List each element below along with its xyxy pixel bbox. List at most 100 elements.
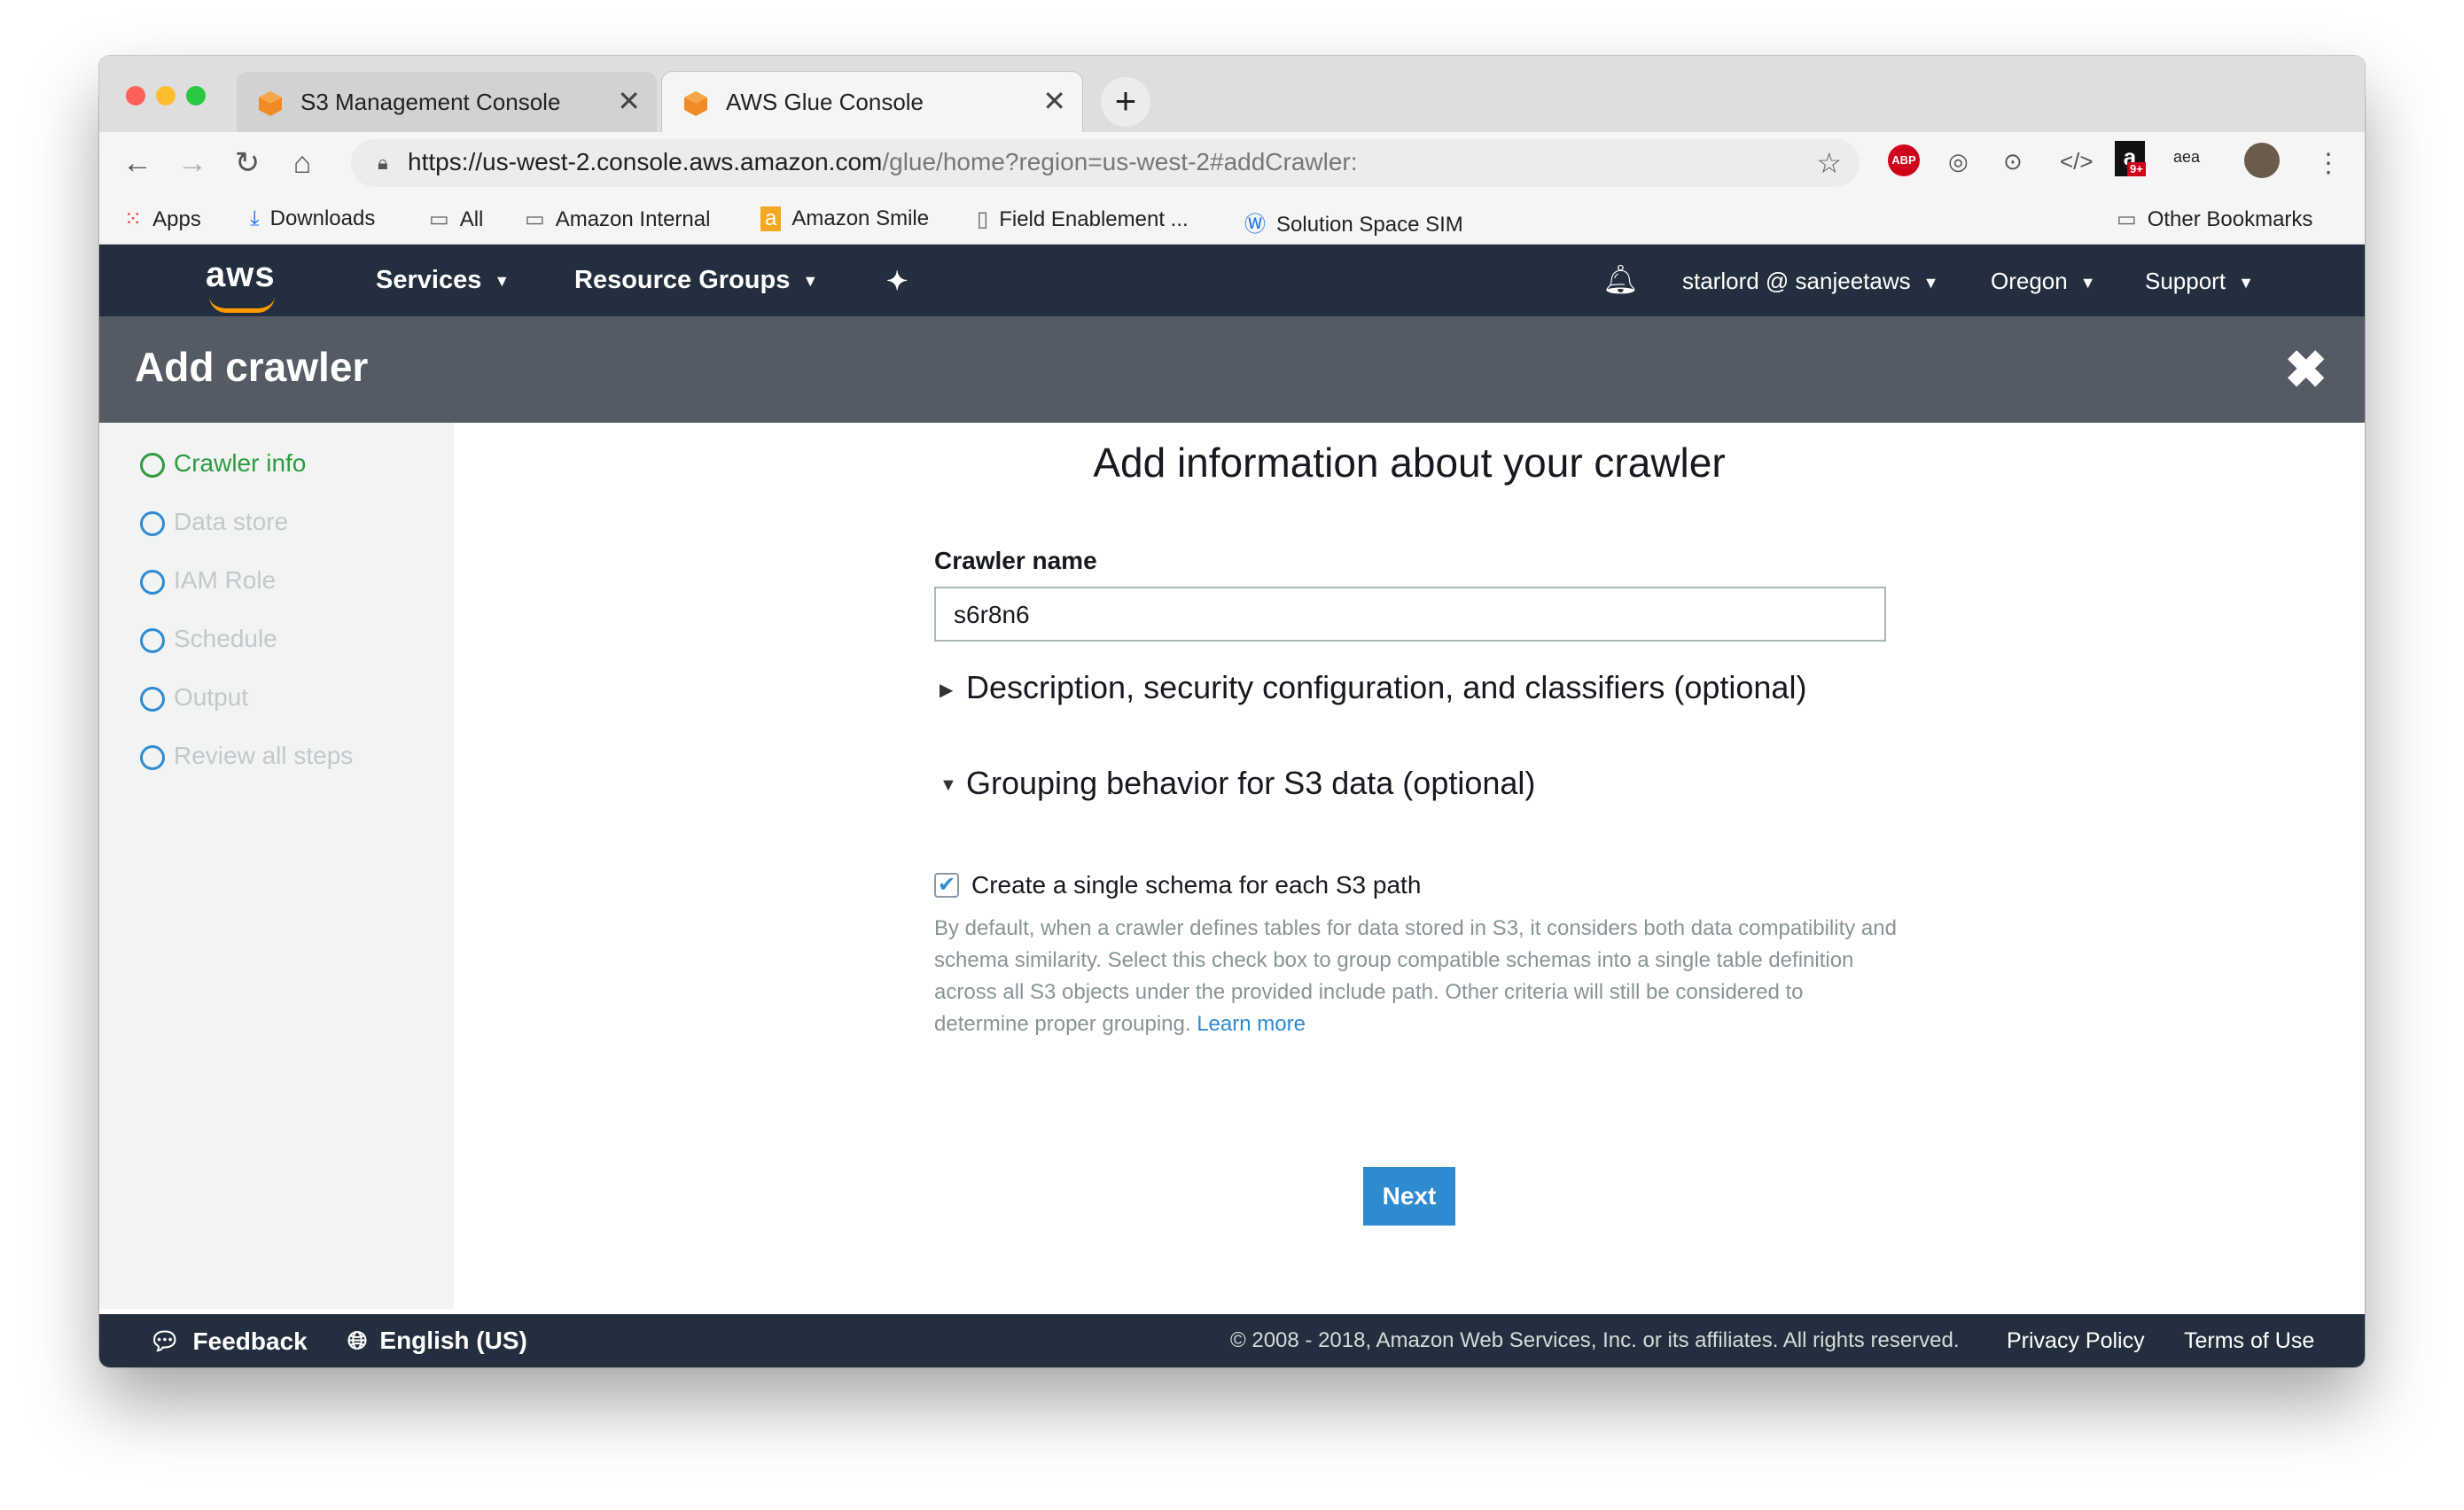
feedback-link[interactable]: 💬︎ Feedback xyxy=(149,1327,308,1356)
bookmark-solution-space[interactable]: Ⓦ Solution Space SIM xyxy=(1244,206,1463,237)
language-selector[interactable]: 🌐︎ English (US) xyxy=(347,1327,527,1356)
copyright-text: © 2008 - 2018, Amazon Web Services, Inc.… xyxy=(1230,1328,1960,1352)
folder-icon: ▭ xyxy=(2117,207,2137,231)
speech-bubble-icon: 💬︎ xyxy=(149,1327,181,1355)
bookmark-field-enablement[interactable]: ▯ Field Enablement ... xyxy=(977,206,1189,232)
pin-icon[interactable]: ✦ xyxy=(886,266,908,297)
wiki-icon: Ⓦ xyxy=(1244,213,1266,237)
minimize-window-button[interactable] xyxy=(156,86,175,105)
globe-icon: 🌐︎ xyxy=(347,1327,368,1354)
grouping-section-toggle[interactable]: ▼ Grouping behavior for S3 data (optional… xyxy=(940,765,1535,802)
bookmark-apps[interactable]: ⁙ Apps xyxy=(124,206,201,232)
page-title: Add crawler xyxy=(135,344,369,390)
privacy-policy-link[interactable]: Privacy Policy xyxy=(2007,1328,2145,1354)
description-section-toggle[interactable]: ▶ Description, security configuration, an… xyxy=(940,669,1806,706)
tab-glue-console[interactable]: AWS Glue Console ✕ xyxy=(662,72,1082,132)
grouping-help-text: By default, when a crawler defines table… xyxy=(934,916,1897,1036)
new-tab-button[interactable]: + xyxy=(1101,77,1150,127)
bookmark-downloads[interactable]: ⤓ Downloads xyxy=(250,206,375,231)
extension-circle-icon[interactable]: ◎ xyxy=(1948,148,1969,175)
step-circle-icon xyxy=(140,744,165,770)
notifications-bell-icon[interactable]: 🔔︎ xyxy=(1602,262,1639,296)
extension-brackets-icon[interactable]: ⊙ xyxy=(2003,148,2023,175)
aea-extension-icon[interactable]: aea xyxy=(2173,148,2200,167)
apps-grid-icon: ⁙ xyxy=(124,207,143,231)
amazon-assistant-icon[interactable]: a 9+ xyxy=(2115,141,2146,176)
aws-cube-icon xyxy=(259,91,282,116)
bookmark-amazon-internal[interactable]: ▭ Amazon Internal xyxy=(525,206,710,232)
bookmark-star-icon[interactable]: ☆ xyxy=(1816,146,1842,180)
tab-title: S3 Management Console xyxy=(300,89,561,115)
forward-arrow-icon[interactable]: → xyxy=(172,143,213,183)
support-menu[interactable]: Support ▼ xyxy=(2145,268,2254,295)
aws-logo[interactable]: aws xyxy=(206,255,276,313)
close-wizard-icon[interactable]: ✖ xyxy=(2284,339,2328,400)
page-icon: ▯ xyxy=(977,207,989,231)
chevron-down-icon: ▼ xyxy=(802,271,819,290)
download-icon: ⤓ xyxy=(250,206,260,230)
step-review[interactable]: Review all steps xyxy=(140,742,353,777)
close-tab-icon[interactable]: ✕ xyxy=(617,84,641,118)
step-data-store[interactable]: Data store xyxy=(140,508,288,543)
crawler-name-input[interactable]: s6r8n6 xyxy=(934,587,1886,642)
amazon-icon: a xyxy=(760,206,782,231)
home-icon[interactable]: ⌂ xyxy=(282,143,323,183)
more-menu-icon[interactable]: ⋮ xyxy=(2315,148,2342,179)
terms-of-use-link[interactable]: Terms of Use xyxy=(2184,1328,2314,1354)
chevron-down-icon: ▼ xyxy=(2079,273,2096,292)
caret-right-icon: ▶ xyxy=(940,680,954,700)
page-header: Add crawler ✖ xyxy=(99,316,2365,423)
chevron-down-icon: ▼ xyxy=(1922,273,1939,292)
step-circle-icon xyxy=(140,569,165,595)
step-circle-icon xyxy=(140,510,165,536)
back-arrow-icon[interactable]: ← xyxy=(117,143,158,183)
code-icon[interactable]: </> xyxy=(2060,148,2094,175)
close-tab-icon[interactable]: ✕ xyxy=(1042,84,1066,118)
address-bar[interactable]: 🔒︎ https://us-west-2.console.aws.amazon.… xyxy=(351,139,1860,187)
zoom-window-button[interactable] xyxy=(186,86,206,105)
aws-top-nav: aws Services ▼ Resource Groups ▼ ✦ 🔔︎ star… xyxy=(99,245,2365,316)
wizard-main: Add information about your crawler Crawl… xyxy=(454,423,2365,1309)
step-schedule[interactable]: Schedule xyxy=(140,625,277,660)
step-circle-icon xyxy=(140,686,165,712)
step-crawler-info[interactable]: Crawler info xyxy=(140,449,306,485)
chevron-down-icon: ▼ xyxy=(2238,273,2254,292)
address-toolbar: ← → ↻ ⌂ 🔒︎ https://us-west-2.console.aws… xyxy=(99,132,2365,194)
browser-window: S3 Management Console ✕ AWS Glue Console… xyxy=(99,56,2365,1367)
aws-smile-icon xyxy=(209,296,275,313)
step-iam-role[interactable]: IAM Role xyxy=(140,566,276,602)
lock-icon: 🔒︎ xyxy=(378,152,388,174)
console-footer: 💬︎ Feedback 🌐︎ English (US) © 2008 - 2018,… xyxy=(99,1314,2365,1367)
learn-more-link[interactable]: Learn more xyxy=(1197,1012,1306,1036)
bookmark-all[interactable]: ▭ All xyxy=(429,206,483,232)
single-schema-checkbox[interactable]: ✔ xyxy=(934,873,959,898)
caret-down-icon: ▼ xyxy=(940,774,957,795)
wizard-steps-sidebar: Crawler info Data store IAM Role Schedul… xyxy=(99,423,454,1309)
tab-title: AWS Glue Console xyxy=(726,89,924,115)
chevron-down-icon: ▼ xyxy=(494,271,511,290)
bookmark-amazon-smile[interactable]: a Amazon Smile xyxy=(760,206,929,231)
form-heading: Add information about your crawler xyxy=(1093,440,1726,486)
aws-cube-icon xyxy=(684,91,707,116)
profile-avatar[interactable] xyxy=(2244,143,2280,178)
step-circle-icon xyxy=(140,627,165,653)
step-circle-icon xyxy=(140,452,165,478)
services-menu[interactable]: Services ▼ xyxy=(376,266,510,295)
bookmarks-bar: ⁙ Apps ⤓ Downloads ▭ All ▭ Amazon Internal a… xyxy=(99,194,2365,245)
folder-icon: ▭ xyxy=(429,207,449,231)
folder-icon: ▭ xyxy=(525,207,545,231)
single-schema-label[interactable]: Create a single schema for each S3 path xyxy=(971,871,1421,899)
other-bookmarks[interactable]: ▭ Other Bookmarks xyxy=(2117,206,2312,232)
region-menu[interactable]: Oregon ▼ xyxy=(1991,268,2096,295)
tab-strip: S3 Management Console ✕ AWS Glue Console… xyxy=(99,56,2365,132)
crawler-name-label: Crawler name xyxy=(934,547,1097,574)
step-output[interactable]: Output xyxy=(140,683,248,719)
reload-icon[interactable]: ↻ xyxy=(227,143,268,183)
close-window-button[interactable] xyxy=(126,86,145,105)
tab-s3-console[interactable]: S3 Management Console ✕ xyxy=(237,72,657,132)
account-menu[interactable]: starlord @ sanjeetaws ▼ xyxy=(1682,268,1938,295)
resource-groups-menu[interactable]: Resource Groups ▼ xyxy=(574,266,818,295)
adblock-icon[interactable]: ABP xyxy=(1888,144,1920,176)
next-button[interactable]: Next xyxy=(1363,1167,1455,1226)
url-text: https://us-west-2.console.aws.amazon.com… xyxy=(408,148,1358,175)
